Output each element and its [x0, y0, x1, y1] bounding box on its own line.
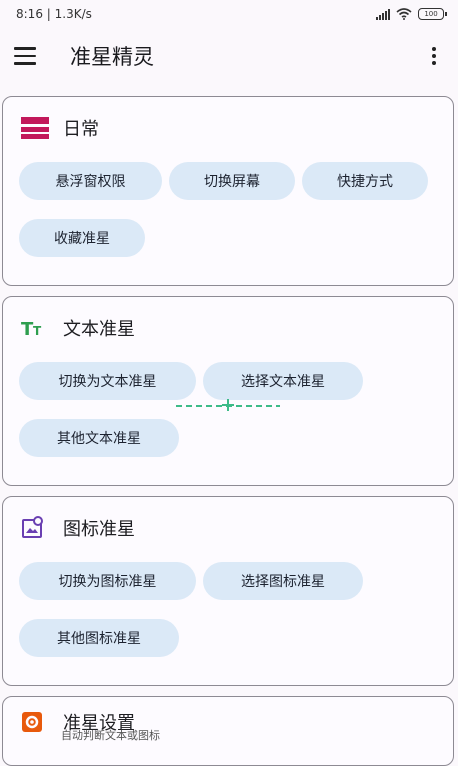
section-card-icon-crosshair: 图标准星 切换为图标准星 选择图标准星 其他图标准星 [2, 496, 454, 686]
status-icons: 100 [376, 8, 447, 20]
section-title: 文本准星 [63, 319, 135, 340]
crosshair-plus-icon [222, 399, 234, 411]
section-card-crosshair-settings[interactable]: 准星设置 自动判断文本或图标 [2, 696, 454, 766]
select-text-crosshair-chip[interactable]: 选择文本准星 [203, 362, 363, 400]
wifi-icon [396, 8, 412, 20]
battery-level: 100 [424, 10, 438, 18]
other-icon-crosshair-chip[interactable]: 其他图标准星 [19, 619, 179, 657]
status-time-speed: 8:16 | 1.3K/s [16, 7, 92, 21]
signal-icon [376, 8, 390, 20]
section-subtitle: 自动判断文本或图标 [61, 729, 160, 742]
settings-icon [21, 710, 49, 734]
switch-to-icon-crosshair-chip[interactable]: 切换为图标准星 [19, 562, 196, 600]
text-format-icon: T T [21, 316, 49, 340]
calendar-icon [21, 116, 49, 140]
other-text-crosshair-chip[interactable]: 其他文本准星 [19, 419, 179, 457]
svg-text:T: T [33, 324, 42, 338]
overlay-permission-chip[interactable]: 悬浮窗权限 [19, 162, 162, 200]
section-card-text-crosshair: T T 文本准星 切换为文本准星 选择文本准星 其他文本准星 [2, 296, 454, 486]
section-header: 日常 [21, 115, 99, 141]
switch-to-text-crosshair-chip[interactable]: 切换为文本准星 [19, 362, 196, 400]
section-card-daily: 日常 悬浮窗权限 切换屏幕 快捷方式 收藏准星 [2, 96, 454, 286]
image-icon [21, 516, 49, 540]
section-header: T T 文本准星 [21, 315, 135, 341]
menu-icon[interactable] [14, 42, 42, 70]
more-options-icon[interactable] [422, 42, 446, 70]
section-title: 日常 [63, 119, 99, 140]
favorite-crosshair-chip[interactable]: 收藏准星 [19, 219, 145, 257]
shortcut-chip[interactable]: 快捷方式 [302, 162, 428, 200]
section-title: 图标准星 [63, 519, 135, 540]
select-icon-crosshair-chip[interactable]: 选择图标准星 [203, 562, 363, 600]
app-bar: 准星精灵 [0, 28, 458, 84]
switch-screen-chip[interactable]: 切换屏幕 [169, 162, 295, 200]
battery-icon: 100 [418, 8, 447, 20]
section-header: 图标准星 [21, 515, 135, 541]
status-bar: 8:16 | 1.3K/s 100 [0, 0, 458, 28]
app-title: 准星精灵 [70, 45, 154, 69]
